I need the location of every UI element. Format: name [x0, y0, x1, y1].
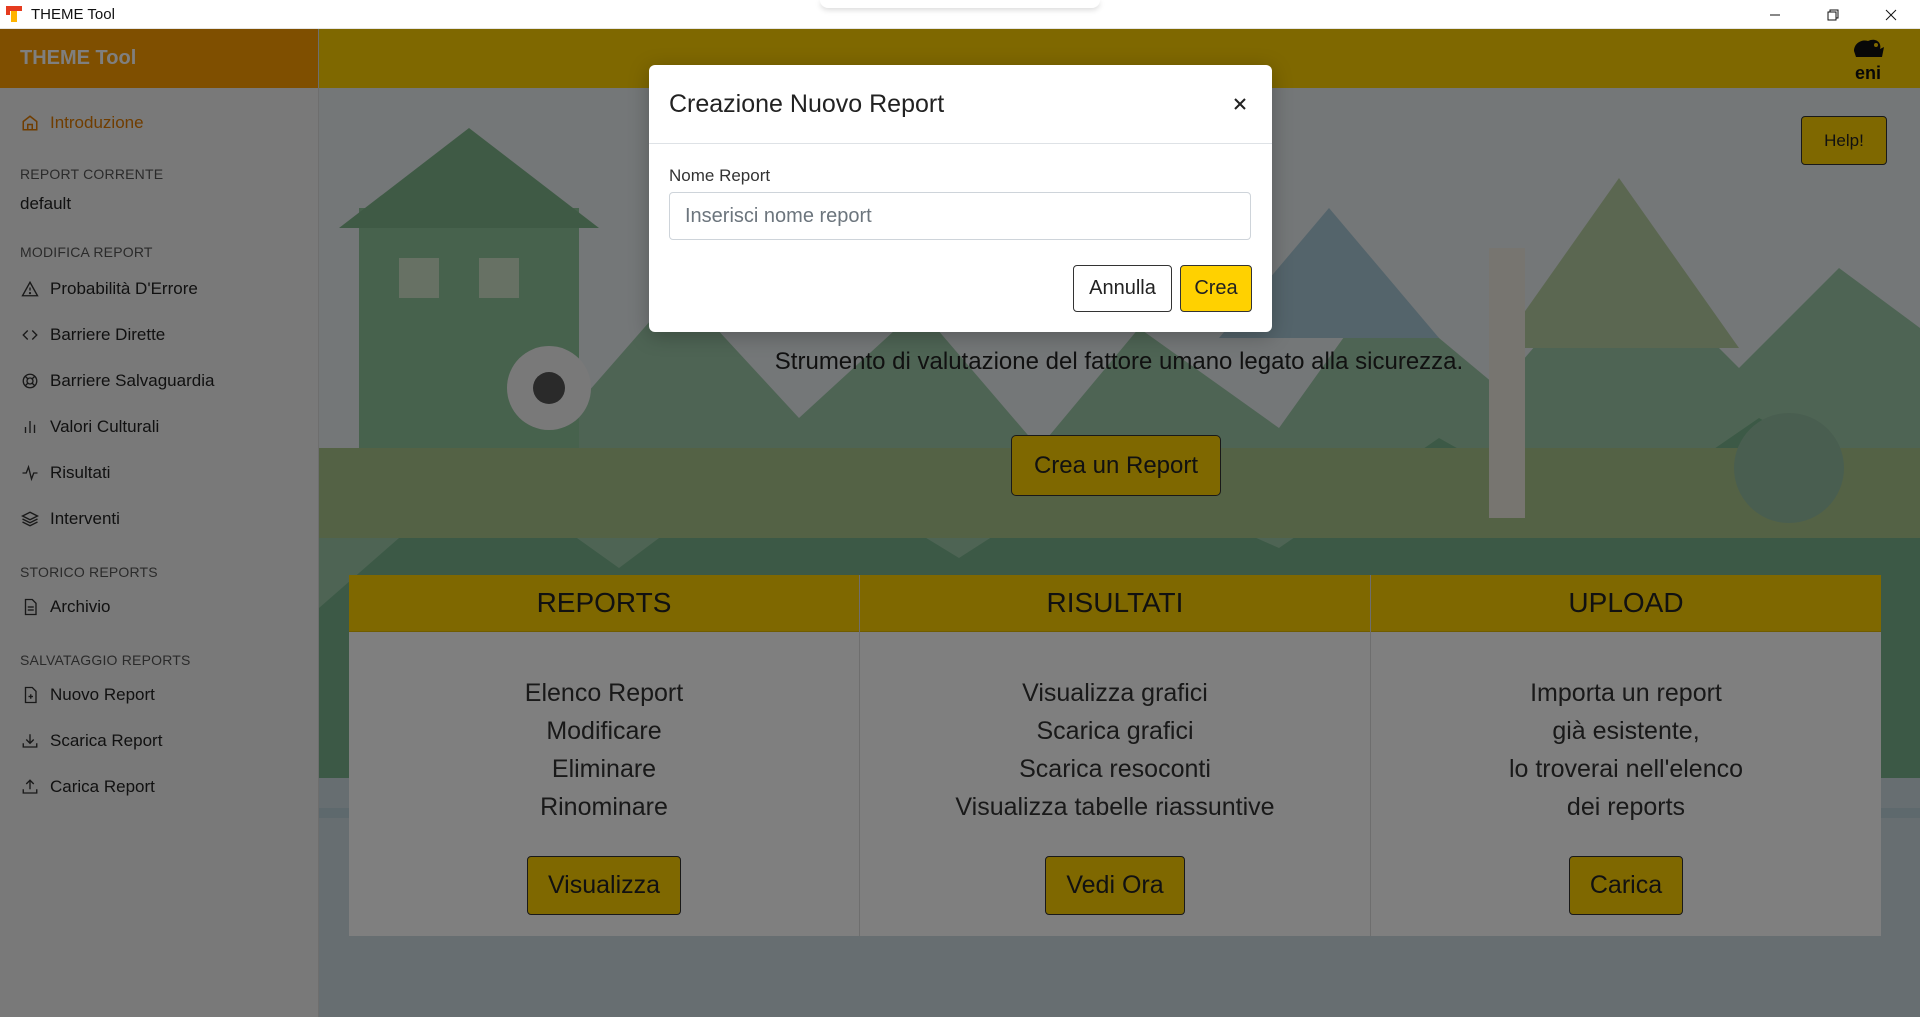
close-icon — [1234, 98, 1246, 110]
minimize-icon — [1770, 14, 1780, 15]
restore-button[interactable] — [1804, 0, 1862, 29]
window-controls — [1746, 0, 1920, 29]
modal-close-button[interactable] — [1228, 92, 1252, 116]
minimize-button[interactable] — [1746, 0, 1804, 29]
restore-icon — [1827, 9, 1839, 20]
modal-title: Creazione Nuovo Report — [669, 89, 945, 118]
window-title: THEME Tool — [31, 5, 115, 23]
top-notification-edge — [820, 0, 1100, 8]
report-name-input[interactable] — [669, 192, 1251, 240]
close-window-button[interactable] — [1862, 0, 1920, 29]
report-name-label: Nome Report — [669, 166, 771, 185]
new-report-modal: Creazione Nuovo Report Nome Report Annul… — [649, 65, 1272, 332]
create-button[interactable]: Crea — [1180, 265, 1252, 312]
cancel-button[interactable]: Annulla — [1073, 265, 1172, 312]
modal-footer: Annulla Crea — [1073, 265, 1252, 312]
close-icon — [1885, 9, 1897, 20]
modal-body: Nome Report — [649, 144, 1272, 240]
modal-header: Creazione Nuovo Report — [649, 65, 1272, 144]
app-logo-icon — [5, 5, 23, 23]
